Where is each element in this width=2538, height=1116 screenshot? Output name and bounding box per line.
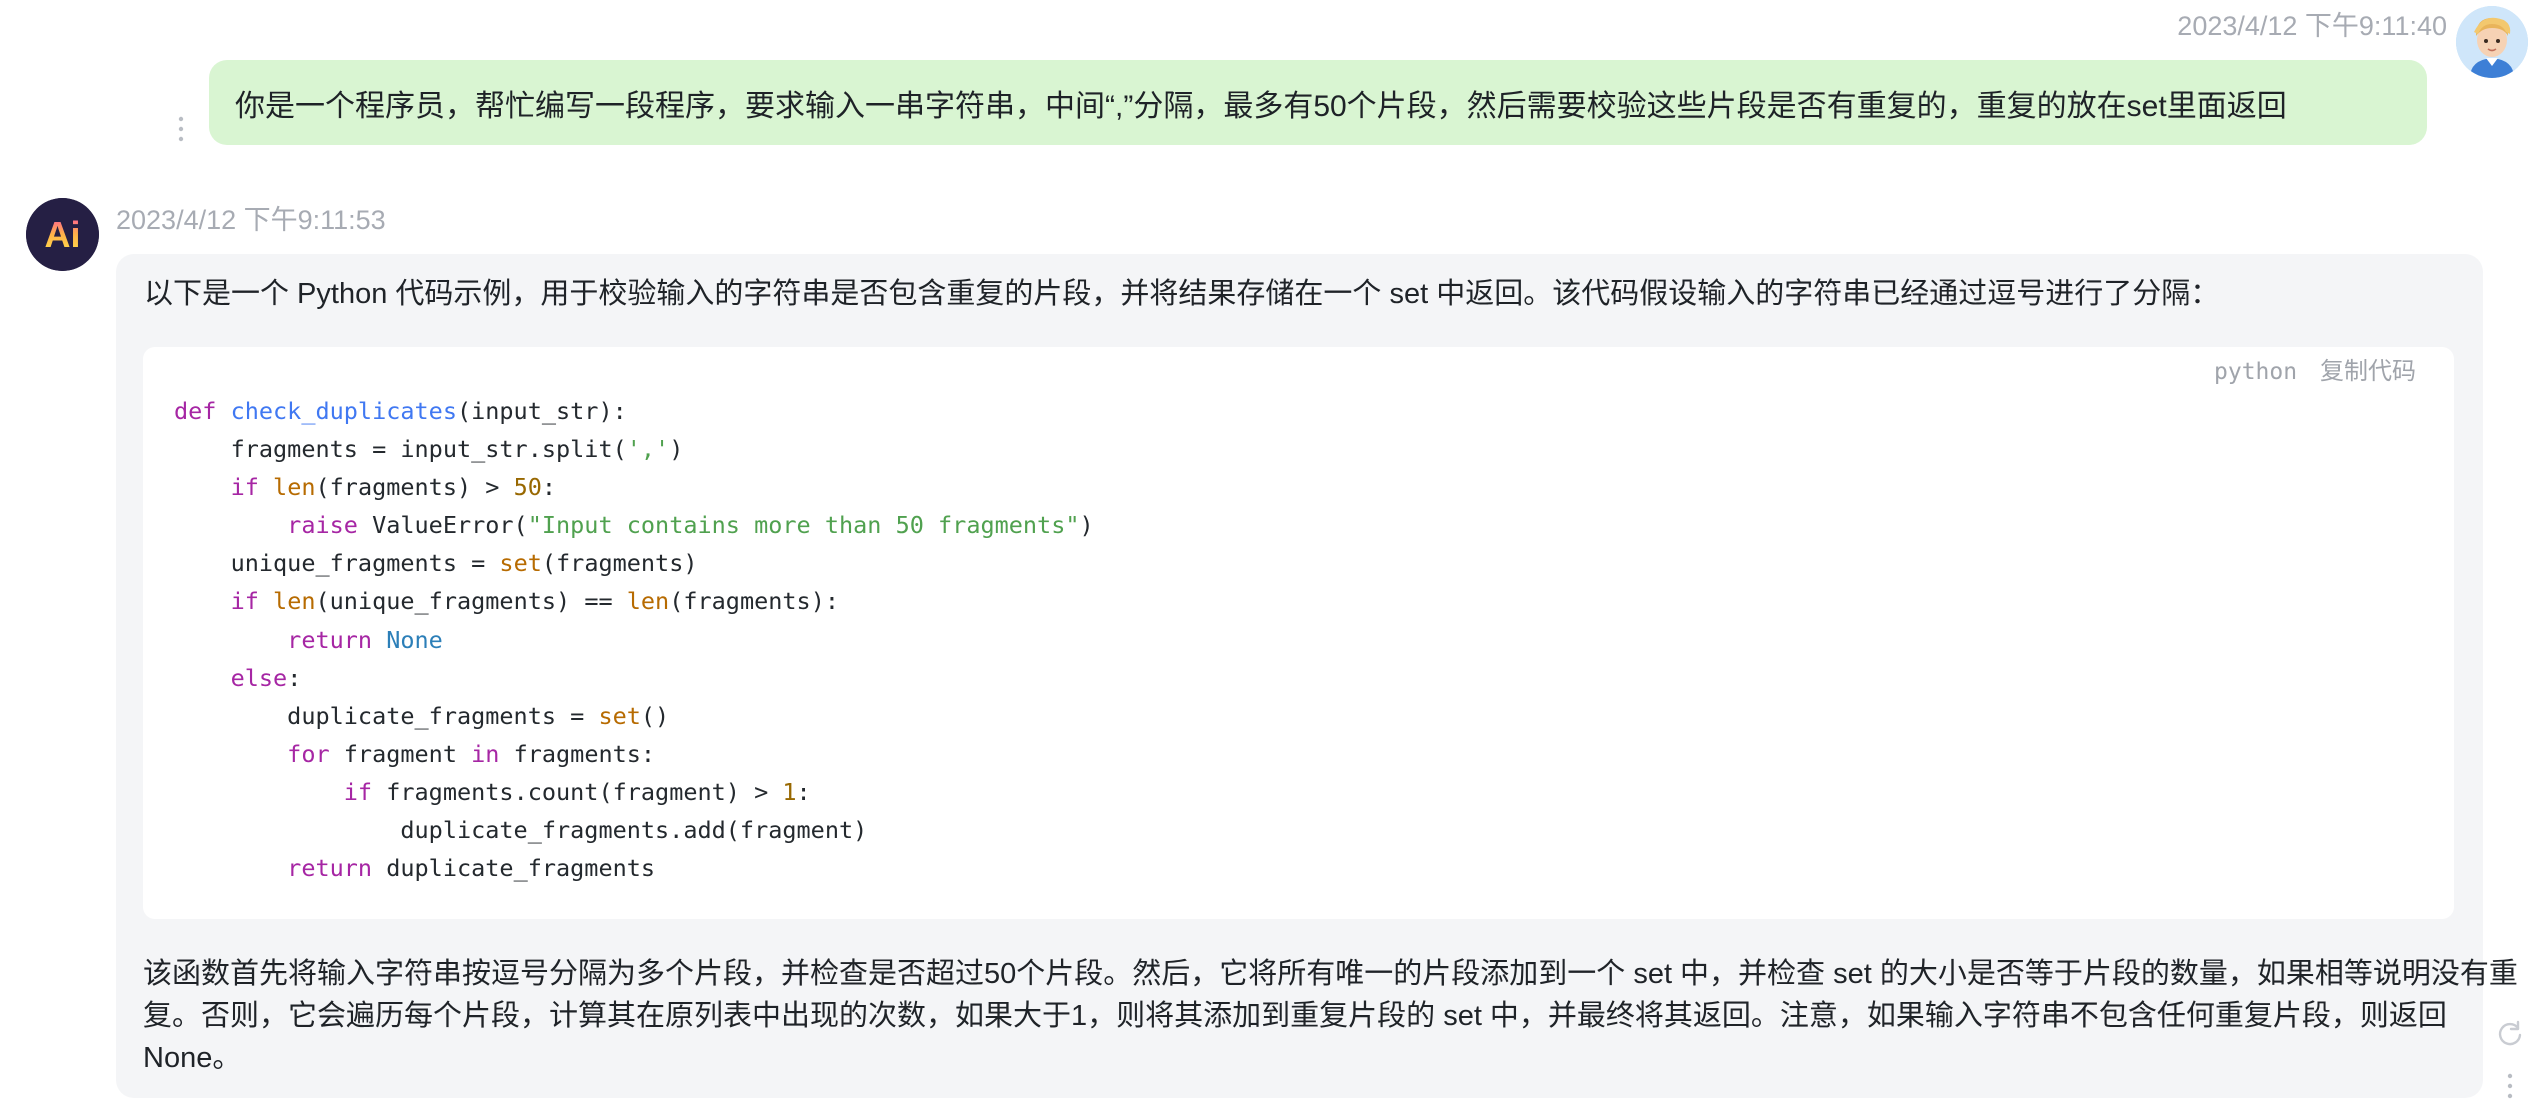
code-content: def check_duplicates(input_str): fragmen… [174,392,1094,887]
code-token: ',' [626,435,670,464]
ai-summary-line: 复。否则，它会遍历每个片段，计算其在原列表中出现的次数，如果大于1，则将其添加到… [143,1000,2447,1032]
ai-message-timestamp: 2023/4/12 下午9:11:53 [116,205,386,235]
code-token: set [499,549,542,578]
code-token: fragments.count(fragment) > [386,777,783,806]
code-token: duplicate_fragments.add(fragment) [174,816,868,845]
ai-avatar-icon: Ai [26,198,99,271]
code-token: if [174,777,387,806]
code-token: len [273,473,316,502]
code-line: duplicate_fragments = set() [174,697,1094,735]
ai-summary-text: 该函数首先将输入字符串按逗号分隔为多个片段，并检查是否超过50个片段。然后，它将… [143,953,2518,1079]
code-line: unique_fragments = set(fragments) [174,544,1094,582]
code-token: "Input contains more than 50 fragments" [527,511,1080,540]
copy-code-button[interactable]: 复制代码 [2320,352,2416,392]
code-line: fragments = input_str.split(',') [174,430,1094,468]
code-token: : [796,777,811,806]
code-token: set [598,701,641,730]
ai-message-more-icon[interactable] [2505,1071,2515,1101]
code-token: (fragments) [541,549,698,578]
code-token: raise [174,511,373,540]
refresh-icon[interactable] [2496,1019,2524,1047]
ai-intro-text: 以下是一个 Python 代码示例，用于校验输入的字符串是否包含重复的片段，并将… [144,278,2220,310]
user-message-more-icon[interactable] [176,112,186,146]
code-token: : [541,473,557,502]
code-token: if [174,587,274,616]
code-line: else: [174,659,1094,697]
code-line: return duplicate_fragments [174,849,1094,887]
ai-avatar-label: Ai [45,214,81,255]
code-token: for [174,739,344,768]
code-token: return [174,854,387,883]
code-token: else [174,663,288,692]
code-line: for fragment in fragments: [174,735,1094,773]
code-line: def check_duplicates(input_str): [174,392,1094,430]
code-line: return None [174,621,1094,659]
ai-summary-line: 该函数首先将输入字符串按逗号分隔为多个片段，并检查是否超过50个片段。然后，它将… [143,958,2518,990]
code-token: return [174,625,387,654]
code-token: 1 [782,777,797,806]
user-message-timestamp: 2023/4/12 下午9:11:40 [2177,11,2447,41]
code-token: : [287,663,302,692]
user-message-text: 你是一个程序员，帮忙编写一段程序，要求输入一串字符串，中间“,”分隔，最多有50… [235,89,2287,123]
code-token: ValueError( [372,511,528,540]
user-message-bubble: 你是一个程序员，帮忙编写一段程序，要求输入一串字符串，中间“,”分隔，最多有50… [209,60,2427,145]
code-token: def [174,397,231,425]
code-token: (fragments) > [315,473,514,502]
code-token: None [386,625,443,654]
code-line: duplicate_fragments.add(fragment) [174,811,1094,849]
code-language-label: python [2214,359,2298,385]
code-token: len [273,587,316,616]
code-line: if fragments.count(fragment) > 1: [174,773,1094,811]
code-token: (input_str): [456,397,627,425]
code-line: if len(unique_fragments) == len(fragment… [174,582,1094,620]
code-token: () [640,701,670,730]
code-token: (unique_fragments) == [315,587,627,616]
code-token: fragments = input_str.split( [174,435,627,464]
code-token: duplicate_fragments = [174,701,599,730]
code-token: in [471,739,514,768]
code-token: fragments: [513,739,656,768]
code-token: duplicate_fragments [386,854,656,883]
code-token: (fragments): [669,587,839,616]
code-token: len [626,587,670,616]
code-token: 50 [513,473,542,502]
code-token: unique_fragments = [174,549,500,578]
code-token: if [174,473,274,502]
code-token: fragment [343,739,472,768]
code-token: ) [1079,511,1094,540]
user-avatar-icon[interactable] [2456,6,2528,78]
code-line: if len(fragments) > 50: [174,468,1094,506]
code-token: ) [669,435,684,464]
code-token: check_duplicates [230,397,457,425]
ai-summary-line: None。 [143,1042,242,1074]
code-line: raise ValueError("Input contains more th… [174,506,1094,544]
